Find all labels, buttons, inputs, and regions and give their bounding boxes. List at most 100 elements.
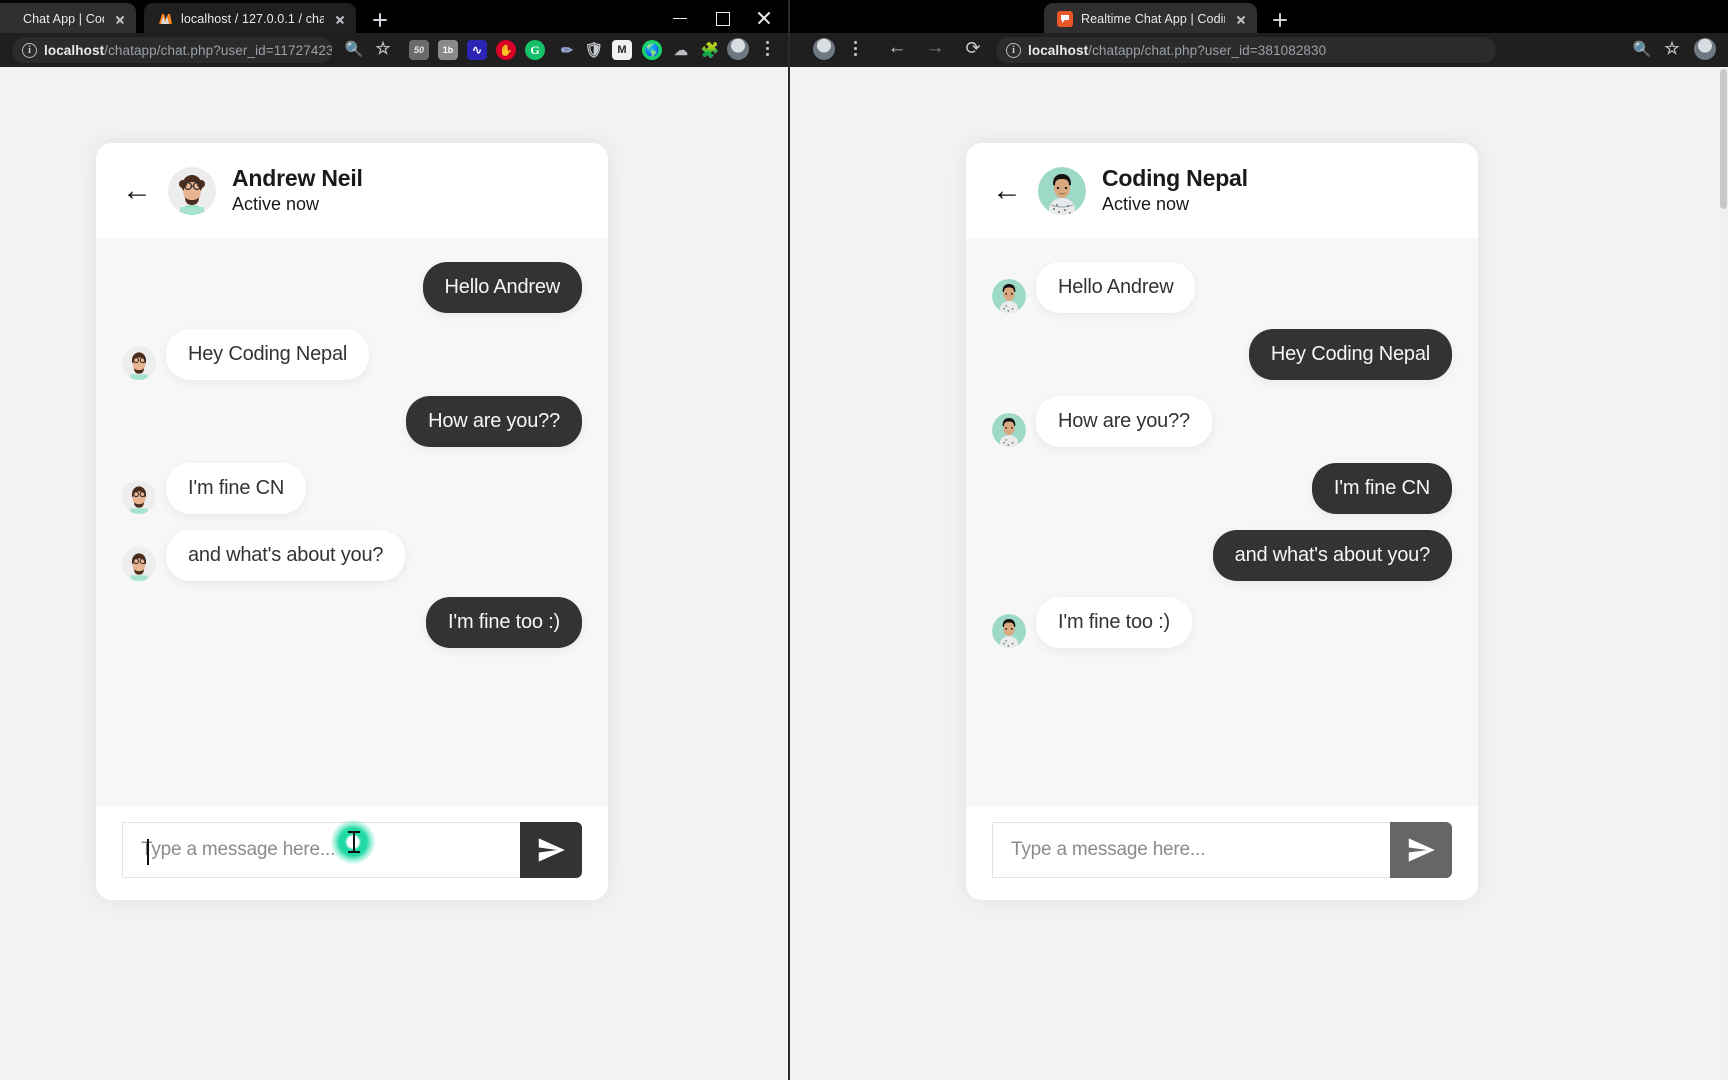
message-bubble: and what's about you?	[166, 530, 406, 582]
profile-avatar[interactable]	[1694, 38, 1716, 60]
extension-hand-icon[interactable]: ✋	[496, 40, 516, 60]
new-tab-button[interactable]	[368, 8, 392, 32]
message-row: Hey Coding Nepal	[992, 329, 1452, 381]
profile-avatar[interactable]	[813, 38, 835, 60]
right-chat-messages[interactable]: Hello Andrew Hey Coding Nepal How are yo…	[966, 238, 1478, 806]
message-row: How are you??	[992, 396, 1452, 448]
page-scrollbar[interactable]	[1719, 67, 1728, 1080]
extension-wave-icon[interactable]: ∿	[467, 40, 487, 60]
message-row: I'm fine too :)	[992, 597, 1452, 649]
chat-peer-info: Coding Nepal Active now	[1102, 165, 1248, 216]
message-bubble: I'm fine too :)	[1036, 597, 1192, 649]
close-icon[interactable]	[332, 11, 348, 27]
left-chat-form	[96, 806, 608, 900]
tab-title: Chat App | CodingNepa	[23, 12, 104, 26]
chat-peer-name: Coding Nepal	[1102, 165, 1248, 191]
message-bubble: Hey Coding Nepal	[166, 329, 370, 381]
bookmark-star-icon[interactable]: ☆	[373, 39, 393, 59]
forward-icon[interactable]: →	[924, 37, 946, 59]
chat-peer-status: Active now	[1102, 194, 1190, 215]
site-info-icon[interactable]: i	[1006, 42, 1021, 58]
tab-favicon-blank	[0, 11, 15, 28]
close-icon[interactable]	[1233, 11, 1249, 27]
extension-globe-icon[interactable]: 🌎	[642, 40, 662, 60]
message-row: Hey Coding Nepal	[122, 329, 582, 381]
extension-shield-icon[interactable]: 🛡	[584, 40, 604, 60]
back-arrow-icon[interactable]: ←	[992, 175, 1022, 206]
bookmark-star-icon[interactable]: ☆	[1662, 39, 1682, 59]
left-chat-messages[interactable]: Hello Andrew Hey Coding Nepal How are yo…	[96, 238, 608, 806]
message-bubble: Hey Coding Nepal	[1248, 329, 1452, 381]
left-tab-1[interactable]: localhost / 127.0.0.1 / chatapp /	[144, 3, 356, 35]
zoom-icon[interactable]: 🔍	[1632, 39, 1652, 59]
message-row: and what's about you?	[122, 530, 582, 582]
extension-grammarly-icon[interactable]: G	[525, 40, 545, 60]
extension-1b-icon[interactable]: 1b	[438, 40, 458, 60]
site-info-icon[interactable]: i	[22, 42, 37, 58]
profile-avatar[interactable]	[727, 38, 749, 60]
extension-cloud-icon[interactable]: ☁	[671, 40, 691, 60]
avatar	[992, 413, 1026, 448]
extension-50-icon[interactable]: 50	[409, 40, 429, 60]
message-input[interactable]	[122, 822, 520, 878]
avatar	[122, 480, 156, 515]
message-row: and what's about you?	[992, 530, 1452, 582]
maximize-icon[interactable]	[714, 10, 730, 26]
phpmyadmin-icon	[156, 11, 173, 28]
left-chat-header: ← Andrew Neil Active now	[96, 143, 608, 239]
chat-peer-status: Active now	[232, 194, 320, 215]
zoom-icon[interactable]: 🔍	[344, 39, 364, 59]
url-text: localhost/chatapp/chat.php?user_id=11727…	[44, 42, 332, 58]
message-bubble: Hello Andrew	[422, 262, 582, 314]
message-bubble: Hello Andrew	[1036, 262, 1196, 314]
menu-dots-icon[interactable]	[758, 38, 776, 58]
back-icon[interactable]: ←	[886, 37, 908, 59]
url-text: localhost/chatapp/chat.php?user_id=38108…	[1028, 42, 1327, 58]
close-icon[interactable]	[112, 11, 128, 27]
send-button[interactable]	[520, 822, 582, 878]
reload-icon[interactable]: ⟳	[962, 37, 984, 59]
left-chat-card: ← Andrew Neil Active now Hello Andrew He…	[96, 143, 608, 900]
left-address-bar[interactable]: i localhost/chatapp/chat.php?user_id=117…	[12, 37, 332, 63]
message-row: I'm fine CN	[992, 463, 1452, 515]
right-address-bar[interactable]: i localhost/chatapp/chat.php?user_id=381…	[996, 37, 1496, 63]
avatar	[122, 547, 156, 582]
avatar	[168, 166, 216, 215]
back-arrow-icon[interactable]: ←	[122, 175, 152, 206]
avatar	[122, 346, 156, 381]
right-chat-card: ← Coding Nepal Active now Hello Andrew H…	[966, 143, 1478, 900]
message-row: I'm fine too :)	[122, 597, 582, 649]
menu-dots-icon[interactable]	[846, 38, 864, 58]
message-bubble: and what's about you?	[1212, 530, 1452, 582]
send-button[interactable]	[1390, 822, 1452, 878]
message-bubble: How are you??	[406, 396, 582, 448]
right-page-viewport: ← Coding Nepal Active now Hello Andrew H…	[790, 67, 1728, 1080]
avatar	[992, 279, 1026, 314]
left-window-controls	[672, 0, 772, 35]
text-caret	[147, 839, 149, 865]
ibeam-cursor	[348, 831, 360, 853]
left-page-viewport: ← Andrew Neil Active now Hello Andrew He…	[0, 67, 788, 1080]
tab-title: localhost / 127.0.0.1 / chatapp /	[181, 12, 324, 26]
minimize-icon[interactable]	[672, 10, 688, 26]
extension-pen-icon[interactable]: ✏	[557, 40, 577, 60]
extension-puzzle-icon[interactable]: 🧩	[700, 40, 720, 60]
message-row: Hello Andrew	[992, 262, 1452, 314]
right-tab-0[interactable]: Realtime Chat App | CodingNepa	[1044, 3, 1257, 35]
left-tab-0[interactable]: Chat App | CodingNepa	[0, 3, 136, 35]
message-row: Hello Andrew	[122, 262, 582, 314]
chat-peer-info: Andrew Neil Active now	[232, 165, 363, 216]
tab-title: Realtime Chat App | CodingNepa	[1081, 12, 1225, 26]
new-tab-button[interactable]	[1268, 8, 1292, 32]
close-icon[interactable]	[756, 10, 772, 26]
send-icon	[538, 838, 565, 862]
message-bubble: How are you??	[1036, 396, 1212, 448]
extension-m-icon[interactable]: M	[612, 40, 632, 60]
chatapp-icon	[1056, 11, 1073, 28]
screen: Chat App | CodingNepa localhost / 127.0.…	[0, 0, 1728, 1080]
message-bubble: I'm fine too :)	[426, 597, 582, 649]
right-chat-header: ← Coding Nepal Active now	[966, 143, 1478, 239]
right-window-tabstrip	[790, 0, 1728, 35]
message-input[interactable]	[992, 822, 1390, 878]
avatar	[992, 614, 1026, 649]
